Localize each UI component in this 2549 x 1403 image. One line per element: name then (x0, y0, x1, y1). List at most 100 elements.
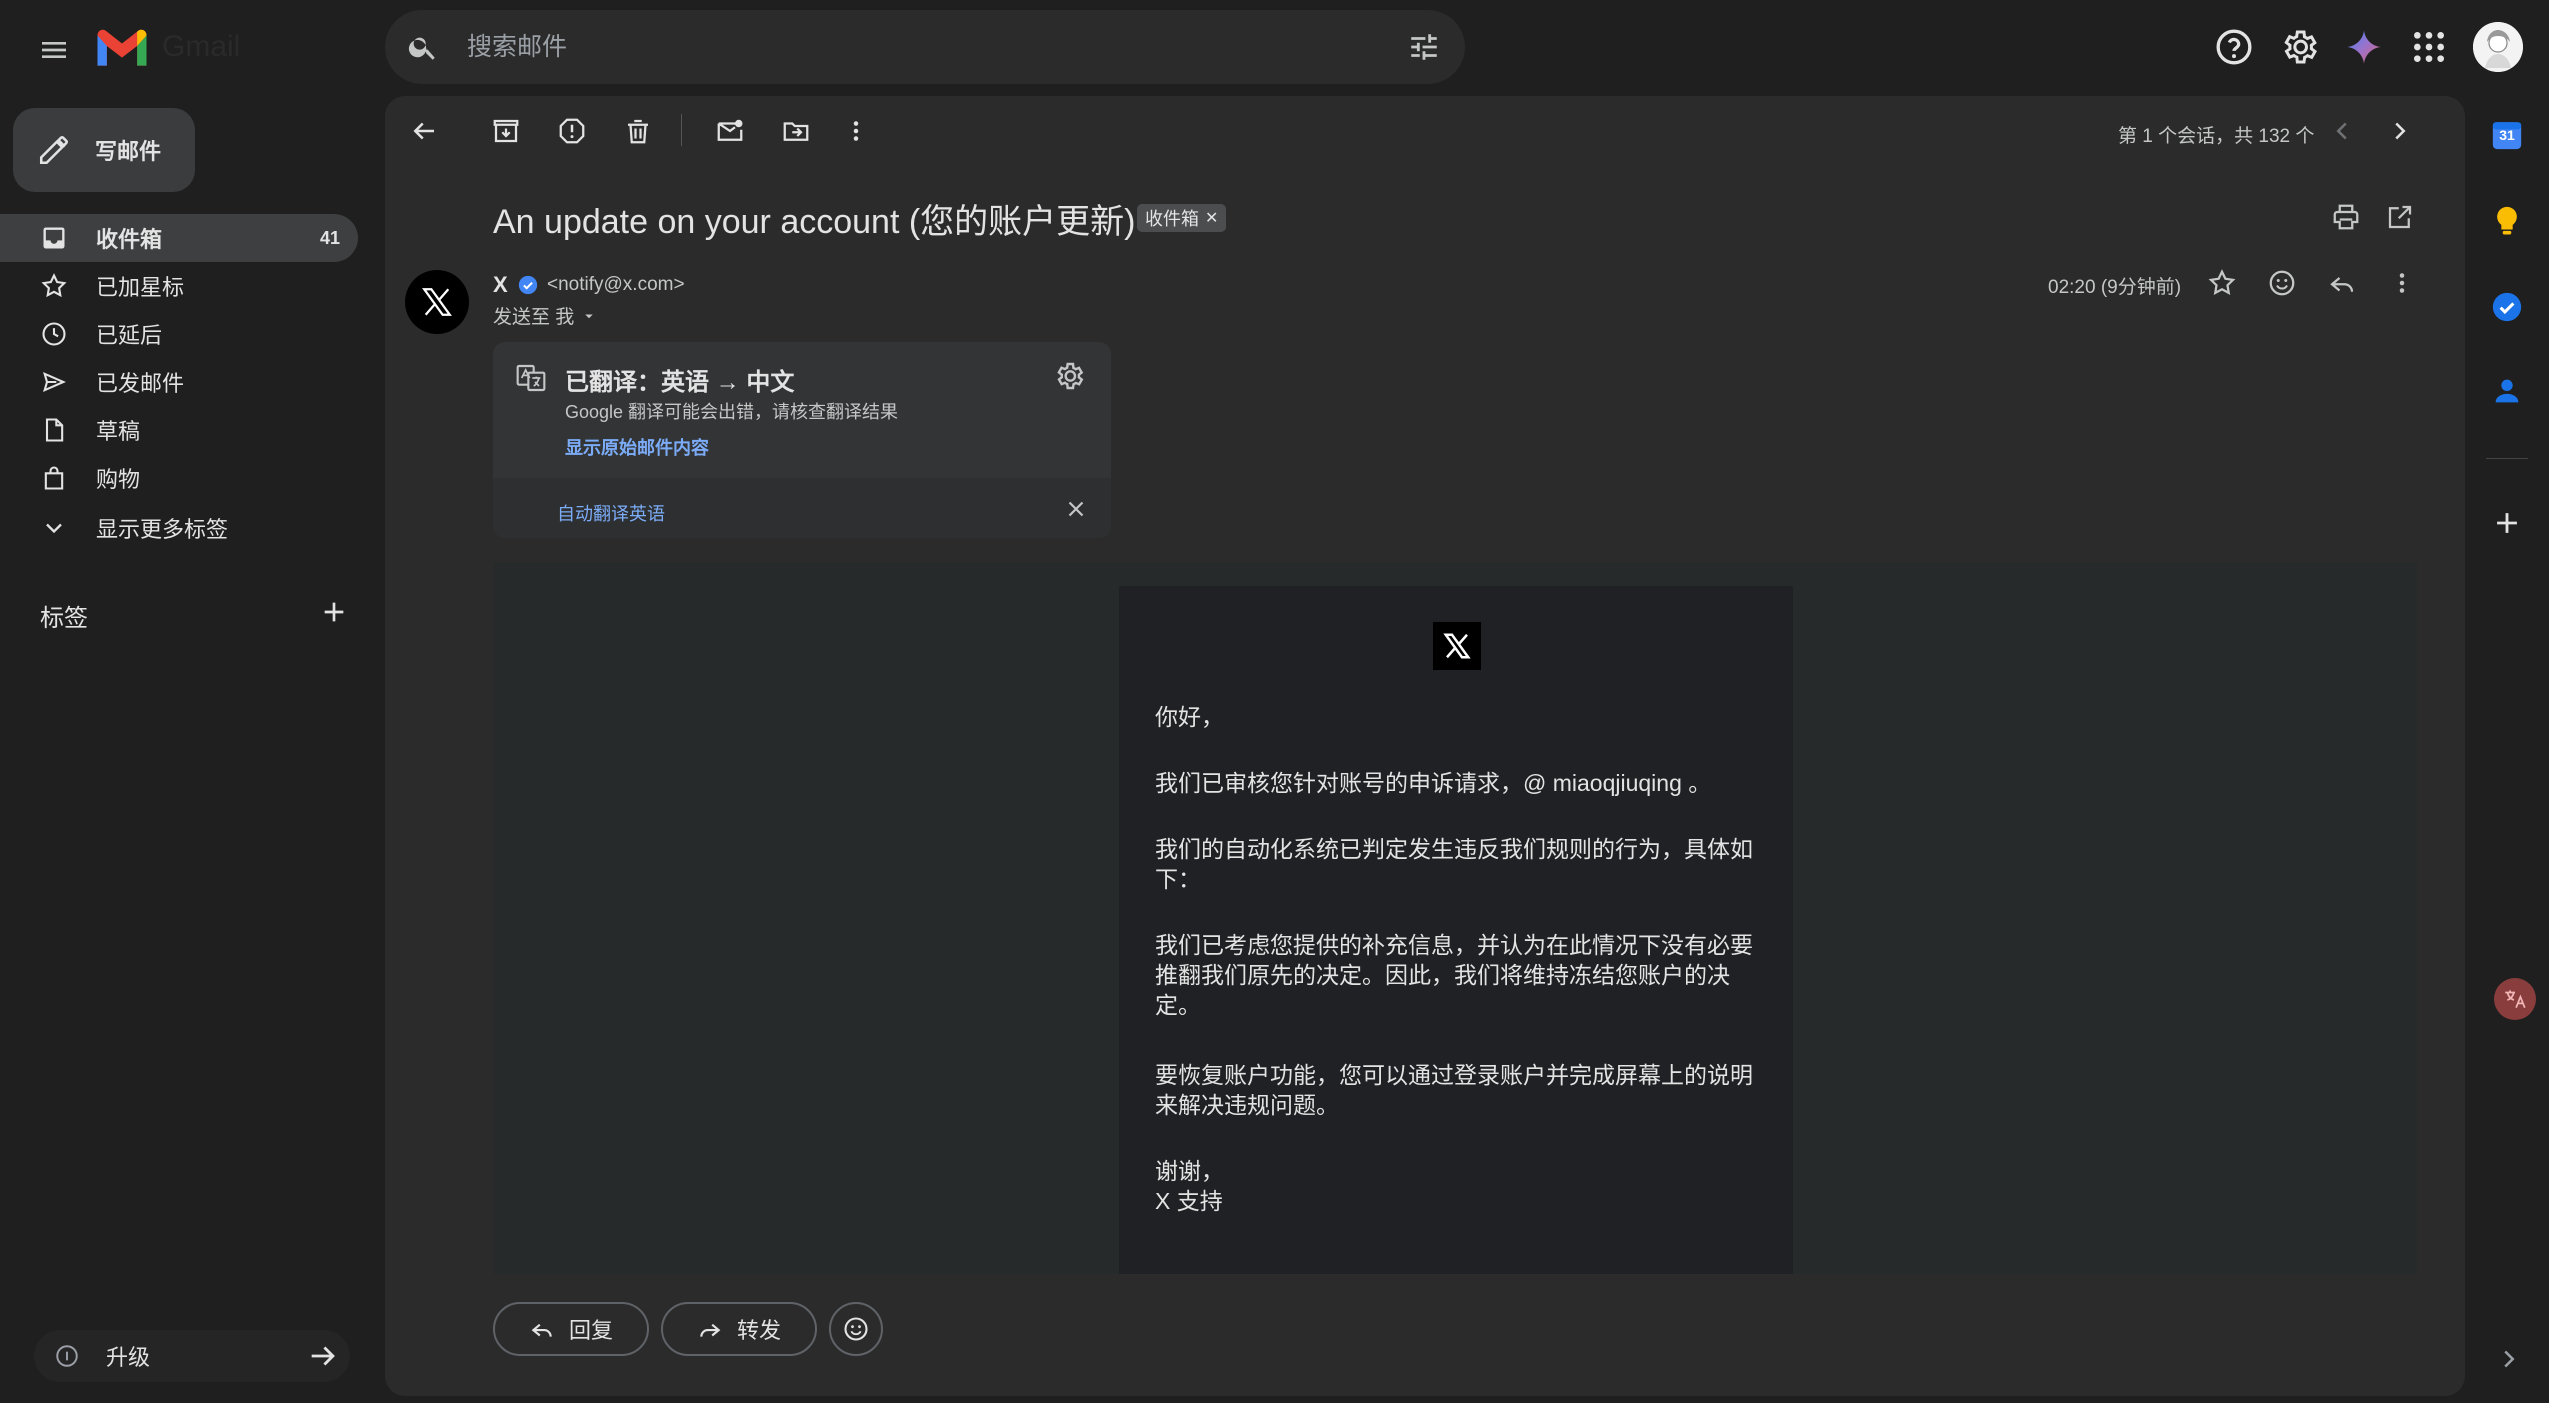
compose-button[interactable]: 写邮件 (13, 108, 195, 192)
gmail-logo[interactable] (94, 26, 150, 68)
pagination-text: 第 1 个会话，共 132 个 (2118, 126, 2315, 147)
gmail-wordmark: Gmail (162, 30, 241, 63)
side-panel-divider (2486, 458, 2528, 459)
more-vertical-icon[interactable] (2387, 268, 2417, 298)
add-app-plus-icon[interactable] (2490, 506, 2524, 540)
translate-icon (515, 362, 547, 394)
calendar-app-icon[interactable]: 31 (2490, 118, 2524, 152)
arrow-right-icon (311, 1346, 335, 1366)
send-icon (43, 371, 66, 393)
delete-trash-icon[interactable] (623, 116, 653, 146)
sidebar-item-label: 已加星标 (96, 275, 185, 300)
sidebar-item-label: 已延后 (96, 323, 163, 348)
reply-label: 回复 (569, 1318, 614, 1343)
sidebar-item-starred[interactable]: 已加星标 (0, 262, 358, 310)
sidebar-item-label: 已发邮件 (96, 371, 185, 396)
sidebar-item-more[interactable]: 显示更多标签 (0, 504, 358, 552)
sidebar-item-drafts[interactable]: 草稿 (0, 406, 358, 454)
translation-title: 已翻译：英语 → 中文 (565, 369, 795, 396)
gemini-icon[interactable] (2344, 27, 2384, 67)
verified-badge-icon (517, 274, 539, 296)
archive-icon[interactable] (491, 116, 521, 146)
email-content: 你好， 我们已审核您针对账号的申诉请求，@ miaoqjiuqing 。 我们的… (1119, 586, 1793, 1274)
back-arrow-icon[interactable] (409, 116, 439, 146)
help-icon[interactable] (2214, 27, 2254, 67)
email-paragraph: 我们已考虑您提供的补充信息，并认为在此情况下没有必要推翻我们原先的决定。因此，我… (1155, 932, 1753, 1018)
google-apps-icon[interactable] (2409, 27, 2449, 67)
move-to-folder-icon[interactable] (781, 116, 811, 146)
search-icon[interactable] (407, 31, 439, 63)
upgrade-button[interactable]: 升级 (34, 1330, 350, 1382)
translate-extension-icon[interactable] (2494, 978, 2536, 1020)
sender-name: X (493, 272, 508, 297)
open-new-window-icon[interactable] (2385, 202, 2415, 232)
more-vertical-icon[interactable] (841, 116, 871, 146)
translation-disclaimer: Google 翻译可能会出错，请核查翻译结果 (565, 402, 899, 422)
sender-avatar[interactable] (405, 270, 469, 334)
reply-icon[interactable] (2327, 268, 2357, 298)
account-avatar[interactable] (2473, 22, 2523, 72)
email-signature: X 支持 (1155, 1188, 1223, 1214)
email-body-frame: 你好， 我们已审核您针对账号的申诉请求，@ miaoqjiuqing 。 我们的… (493, 562, 2417, 1274)
print-icon[interactable] (2331, 202, 2361, 232)
main-menu-button[interactable] (28, 24, 80, 76)
unread-count-badge: 41 (319, 227, 340, 248)
reply-button[interactable]: 回复 (493, 1302, 649, 1356)
star-icon[interactable] (2207, 268, 2237, 298)
translation-settings-icon[interactable] (1053, 360, 1085, 392)
inbox-icon (43, 227, 65, 249)
tasks-app-icon[interactable] (2490, 290, 2524, 324)
star-icon (41, 273, 67, 298)
search-options-icon[interactable] (1407, 30, 1441, 64)
emoji-icon (844, 1317, 868, 1341)
sidebar-item-label: 购物 (96, 467, 141, 492)
labels-heading: 标签 (40, 605, 88, 632)
email-signoff: 谢谢， (1155, 1158, 1224, 1184)
email-paragraph: 我们已审核您针对账号的申诉请求，@ miaoqjiuqing 。 (1155, 770, 1712, 796)
clock-icon (42, 322, 66, 346)
email-paragraph: 要恢复账户功能，您可以通过登录账户并完成屏幕上的说明来解决违规问题。 (1155, 1062, 1753, 1118)
email-greeting: 你好， (1155, 704, 1224, 730)
caret-down-icon (585, 314, 594, 318)
keep-app-icon[interactable] (2490, 204, 2524, 238)
chip-label: 收件箱 (1145, 209, 1199, 229)
reply-icon (531, 1323, 552, 1337)
translation-banner: 已翻译：英语 → 中文 Google 翻译可能会出错，请核查翻译结果 显示原始邮… (493, 342, 1111, 538)
search-input[interactable] (467, 25, 1347, 69)
show-original-link[interactable]: 显示原始邮件内容 (565, 434, 709, 460)
hamburger-icon (42, 42, 66, 58)
compose-label: 写邮件 (95, 139, 162, 164)
add-label-icon[interactable] (318, 596, 350, 628)
email-subject: An update on your account (您的账户更新) (493, 203, 1136, 241)
sidebar-item-snoozed[interactable]: 已延后 (0, 310, 358, 358)
report-spam-icon[interactable] (557, 116, 587, 146)
close-icon[interactable] (1063, 496, 1089, 522)
expand-side-panel-chevron-icon[interactable] (2494, 1344, 2524, 1374)
chevron-down-icon (46, 523, 62, 534)
email-timestamp: 02:20 (9分钟前) (2048, 277, 2182, 298)
contacts-app-icon[interactable] (2490, 374, 2524, 408)
settings-gear-icon[interactable] (2279, 27, 2319, 67)
email-paragraph: 我们的自动化系统已判定发生违反我们规则的行为，具体如下： (1155, 836, 1753, 892)
draft-icon (45, 418, 64, 442)
inbox-label-chip[interactable]: 收件箱 ✕ (1137, 204, 1227, 232)
emoji-reaction-button[interactable] (829, 1302, 883, 1356)
newer-chevron-left-icon[interactable] (2327, 116, 2357, 146)
search-bar[interactable] (385, 10, 1465, 84)
x-logo-icon (1433, 622, 1481, 670)
sidebar-item-label: 收件箱 (96, 227, 163, 252)
emoji-react-icon[interactable] (2267, 268, 2297, 298)
forward-button[interactable]: 转发 (661, 1302, 817, 1356)
sidebar-item-sent[interactable]: 已发邮件 (0, 358, 358, 406)
mark-unread-icon[interactable] (715, 116, 745, 146)
older-chevron-right-icon[interactable] (2385, 116, 2415, 146)
chip-close-icon[interactable]: ✕ (1205, 208, 1218, 228)
message-view: 第 1 个会话，共 132 个 An update on your accoun… (385, 96, 2465, 1396)
forward-icon (700, 1323, 721, 1337)
sidebar-item-shopping[interactable]: 购物 (0, 454, 358, 502)
recipient-details[interactable]: 发送至 我 (493, 302, 598, 329)
upgrade-info-icon (56, 1345, 78, 1367)
upgrade-label: 升级 (106, 1345, 151, 1370)
auto-translate-link[interactable]: 自动翻译英语 (557, 500, 665, 526)
sidebar-item-inbox[interactable]: 收件箱 41 (0, 214, 358, 262)
